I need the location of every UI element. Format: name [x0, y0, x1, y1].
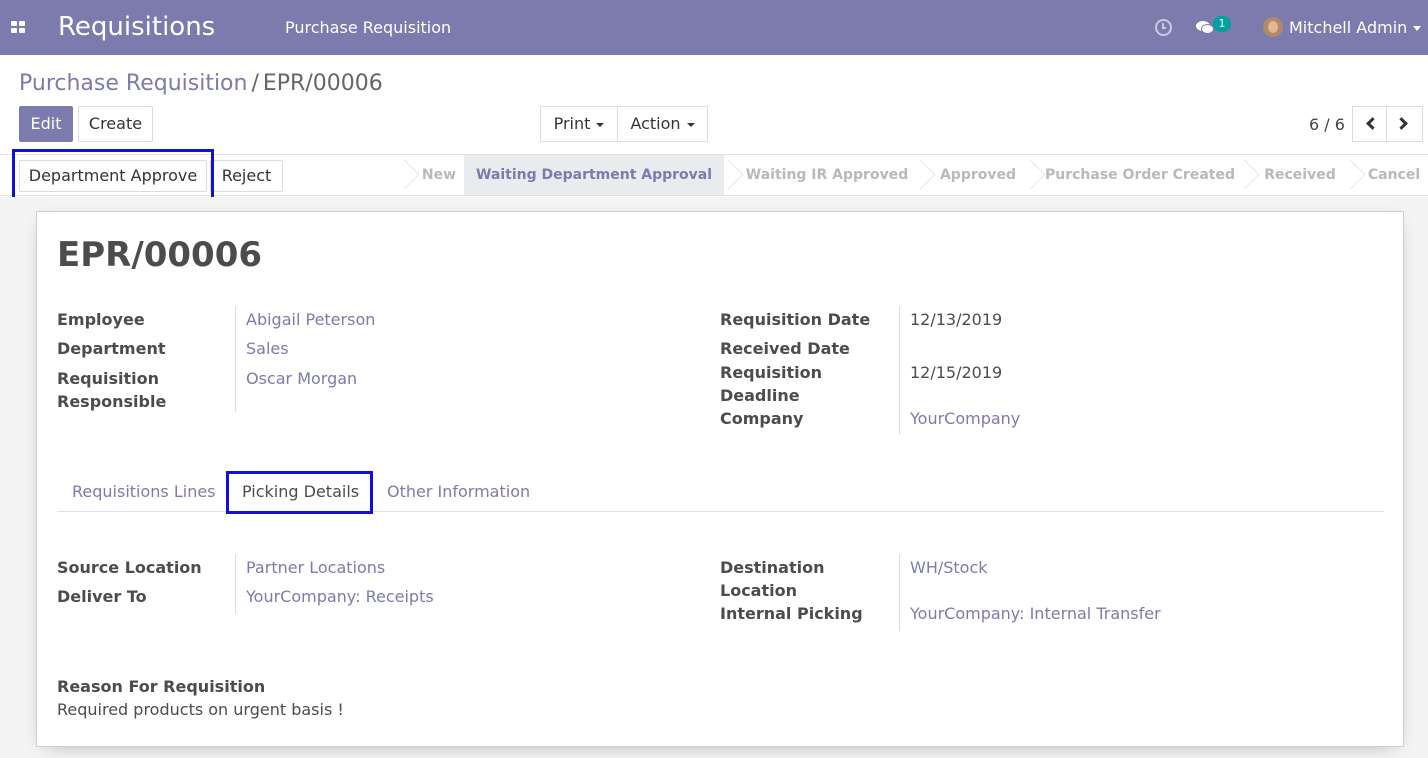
- employee-field[interactable]: Abigail Peterson: [246, 308, 375, 331]
- breadcrumb-separator: /: [251, 71, 259, 96]
- destination-location-field[interactable]: WH/Stock: [910, 556, 988, 579]
- clock-icon[interactable]: [1155, 19, 1172, 36]
- internal-picking-label: Internal Picking: [720, 604, 863, 623]
- tab-picking-details[interactable]: Picking Details: [242, 482, 359, 501]
- menu-purchase-requisition[interactable]: Purchase Requisition: [285, 18, 451, 37]
- breadcrumb-parent[interactable]: Purchase Requisition: [19, 71, 247, 96]
- avatar[interactable]: [1263, 17, 1283, 37]
- stage-separator: [1240, 155, 1254, 195]
- action-label: Action: [630, 114, 681, 133]
- user-menu[interactable]: Mitchell Admin: [1289, 18, 1407, 37]
- requisition-responsible-label: Requisition Responsible: [57, 367, 166, 413]
- stage-new[interactable]: New: [414, 155, 464, 195]
- stage-approved[interactable]: Approved: [930, 155, 1026, 195]
- stage-purchase-order-created[interactable]: Purchase Order Created: [1040, 155, 1240, 195]
- action-dropdown[interactable]: Action: [617, 106, 708, 142]
- apps-grid-icon[interactable]: [11, 21, 27, 35]
- source-location-field[interactable]: Partner Locations: [246, 556, 385, 579]
- requisition-deadline-field[interactable]: 12/15/2019: [910, 361, 1002, 384]
- stage-separator: [724, 155, 738, 195]
- requisition-date-field[interactable]: 12/13/2019: [910, 308, 1002, 331]
- internal-picking-field[interactable]: YourCompany: Internal Transfer: [910, 602, 1161, 625]
- print-label: Print: [553, 114, 591, 133]
- stage-separator: [1346, 155, 1360, 195]
- stage-cancel[interactable]: Cancel: [1360, 155, 1428, 195]
- print-dropdown[interactable]: Print: [540, 106, 618, 142]
- employee-label: Employee: [57, 310, 145, 329]
- pager-next-button[interactable]: [1386, 106, 1423, 142]
- company-label: Company: [720, 409, 804, 428]
- reason-label: Reason For Requisition: [57, 677, 266, 696]
- pager-previous-button[interactable]: [1352, 106, 1389, 142]
- chevron-down-icon: [596, 122, 605, 127]
- deliver-to-field[interactable]: YourCompany: Receipts: [246, 585, 434, 608]
- create-button[interactable]: Create: [78, 106, 153, 142]
- breadcrumb: Purchase Requisition / EPR/00006: [19, 71, 383, 96]
- stage-waiting-department-approval[interactable]: Waiting Department Approval: [464, 155, 724, 195]
- stage-separator: [1026, 155, 1040, 195]
- label-line: Requisition: [57, 369, 160, 388]
- chat-badge: 1: [1213, 16, 1231, 32]
- requisition-deadline-label: Requisition Deadline: [720, 361, 822, 407]
- pager-value[interactable]: 6 / 6: [1309, 115, 1345, 134]
- requisition-responsible-field[interactable]: Oscar Morgan: [246, 367, 357, 390]
- reject-button[interactable]: Reject: [210, 160, 283, 192]
- department-field[interactable]: Sales: [246, 337, 289, 360]
- reason-field[interactable]: Required products on urgent basis !: [57, 698, 344, 721]
- company-field[interactable]: YourCompany: [910, 407, 1020, 430]
- deliver-to-label: Deliver To: [57, 587, 147, 606]
- chevron-down-icon[interactable]: [1413, 26, 1421, 31]
- top-navbar: Requisitions Purchase Requisition 1 Mitc…: [0, 0, 1428, 55]
- edit-button[interactable]: Edit: [19, 106, 73, 142]
- source-location-label: Source Location: [57, 558, 202, 577]
- label-line: Location: [720, 581, 797, 600]
- field-divider: [899, 307, 900, 435]
- field-divider: [235, 307, 236, 412]
- breadcrumb-current: EPR/00006: [262, 71, 383, 96]
- label-line: Destination: [720, 558, 825, 577]
- field-divider: [899, 555, 900, 631]
- tab-requisitions-lines[interactable]: Requisitions Lines: [72, 482, 216, 501]
- stage-received[interactable]: Received: [1254, 155, 1346, 195]
- approve-highlight-box: [12, 149, 214, 200]
- label-line: Deadline: [720, 386, 800, 405]
- stage-separator: [400, 155, 414, 195]
- destination-location-label: Destination Location: [720, 556, 825, 602]
- status-bar: Department Approve Reject New Waiting De…: [0, 154, 1428, 196]
- received-date-label: Received Date: [720, 339, 850, 358]
- label-line: Requisition: [720, 363, 823, 382]
- requisition-date-label: Requisition Date: [720, 310, 871, 329]
- stage-waiting-ir-approved[interactable]: Waiting IR Approved: [738, 155, 916, 195]
- field-divider: [235, 555, 236, 613]
- chevron-right-icon: [1395, 117, 1408, 130]
- chevron-left-icon: [1366, 117, 1379, 130]
- chevron-down-icon: [686, 122, 695, 127]
- label-line: Responsible: [57, 392, 167, 411]
- tab-other-information[interactable]: Other Information: [387, 482, 530, 501]
- record-title: EPR/00006: [57, 235, 263, 275]
- department-label: Department: [57, 339, 166, 358]
- stage-separator: [916, 155, 930, 195]
- app-title[interactable]: Requisitions: [58, 12, 215, 42]
